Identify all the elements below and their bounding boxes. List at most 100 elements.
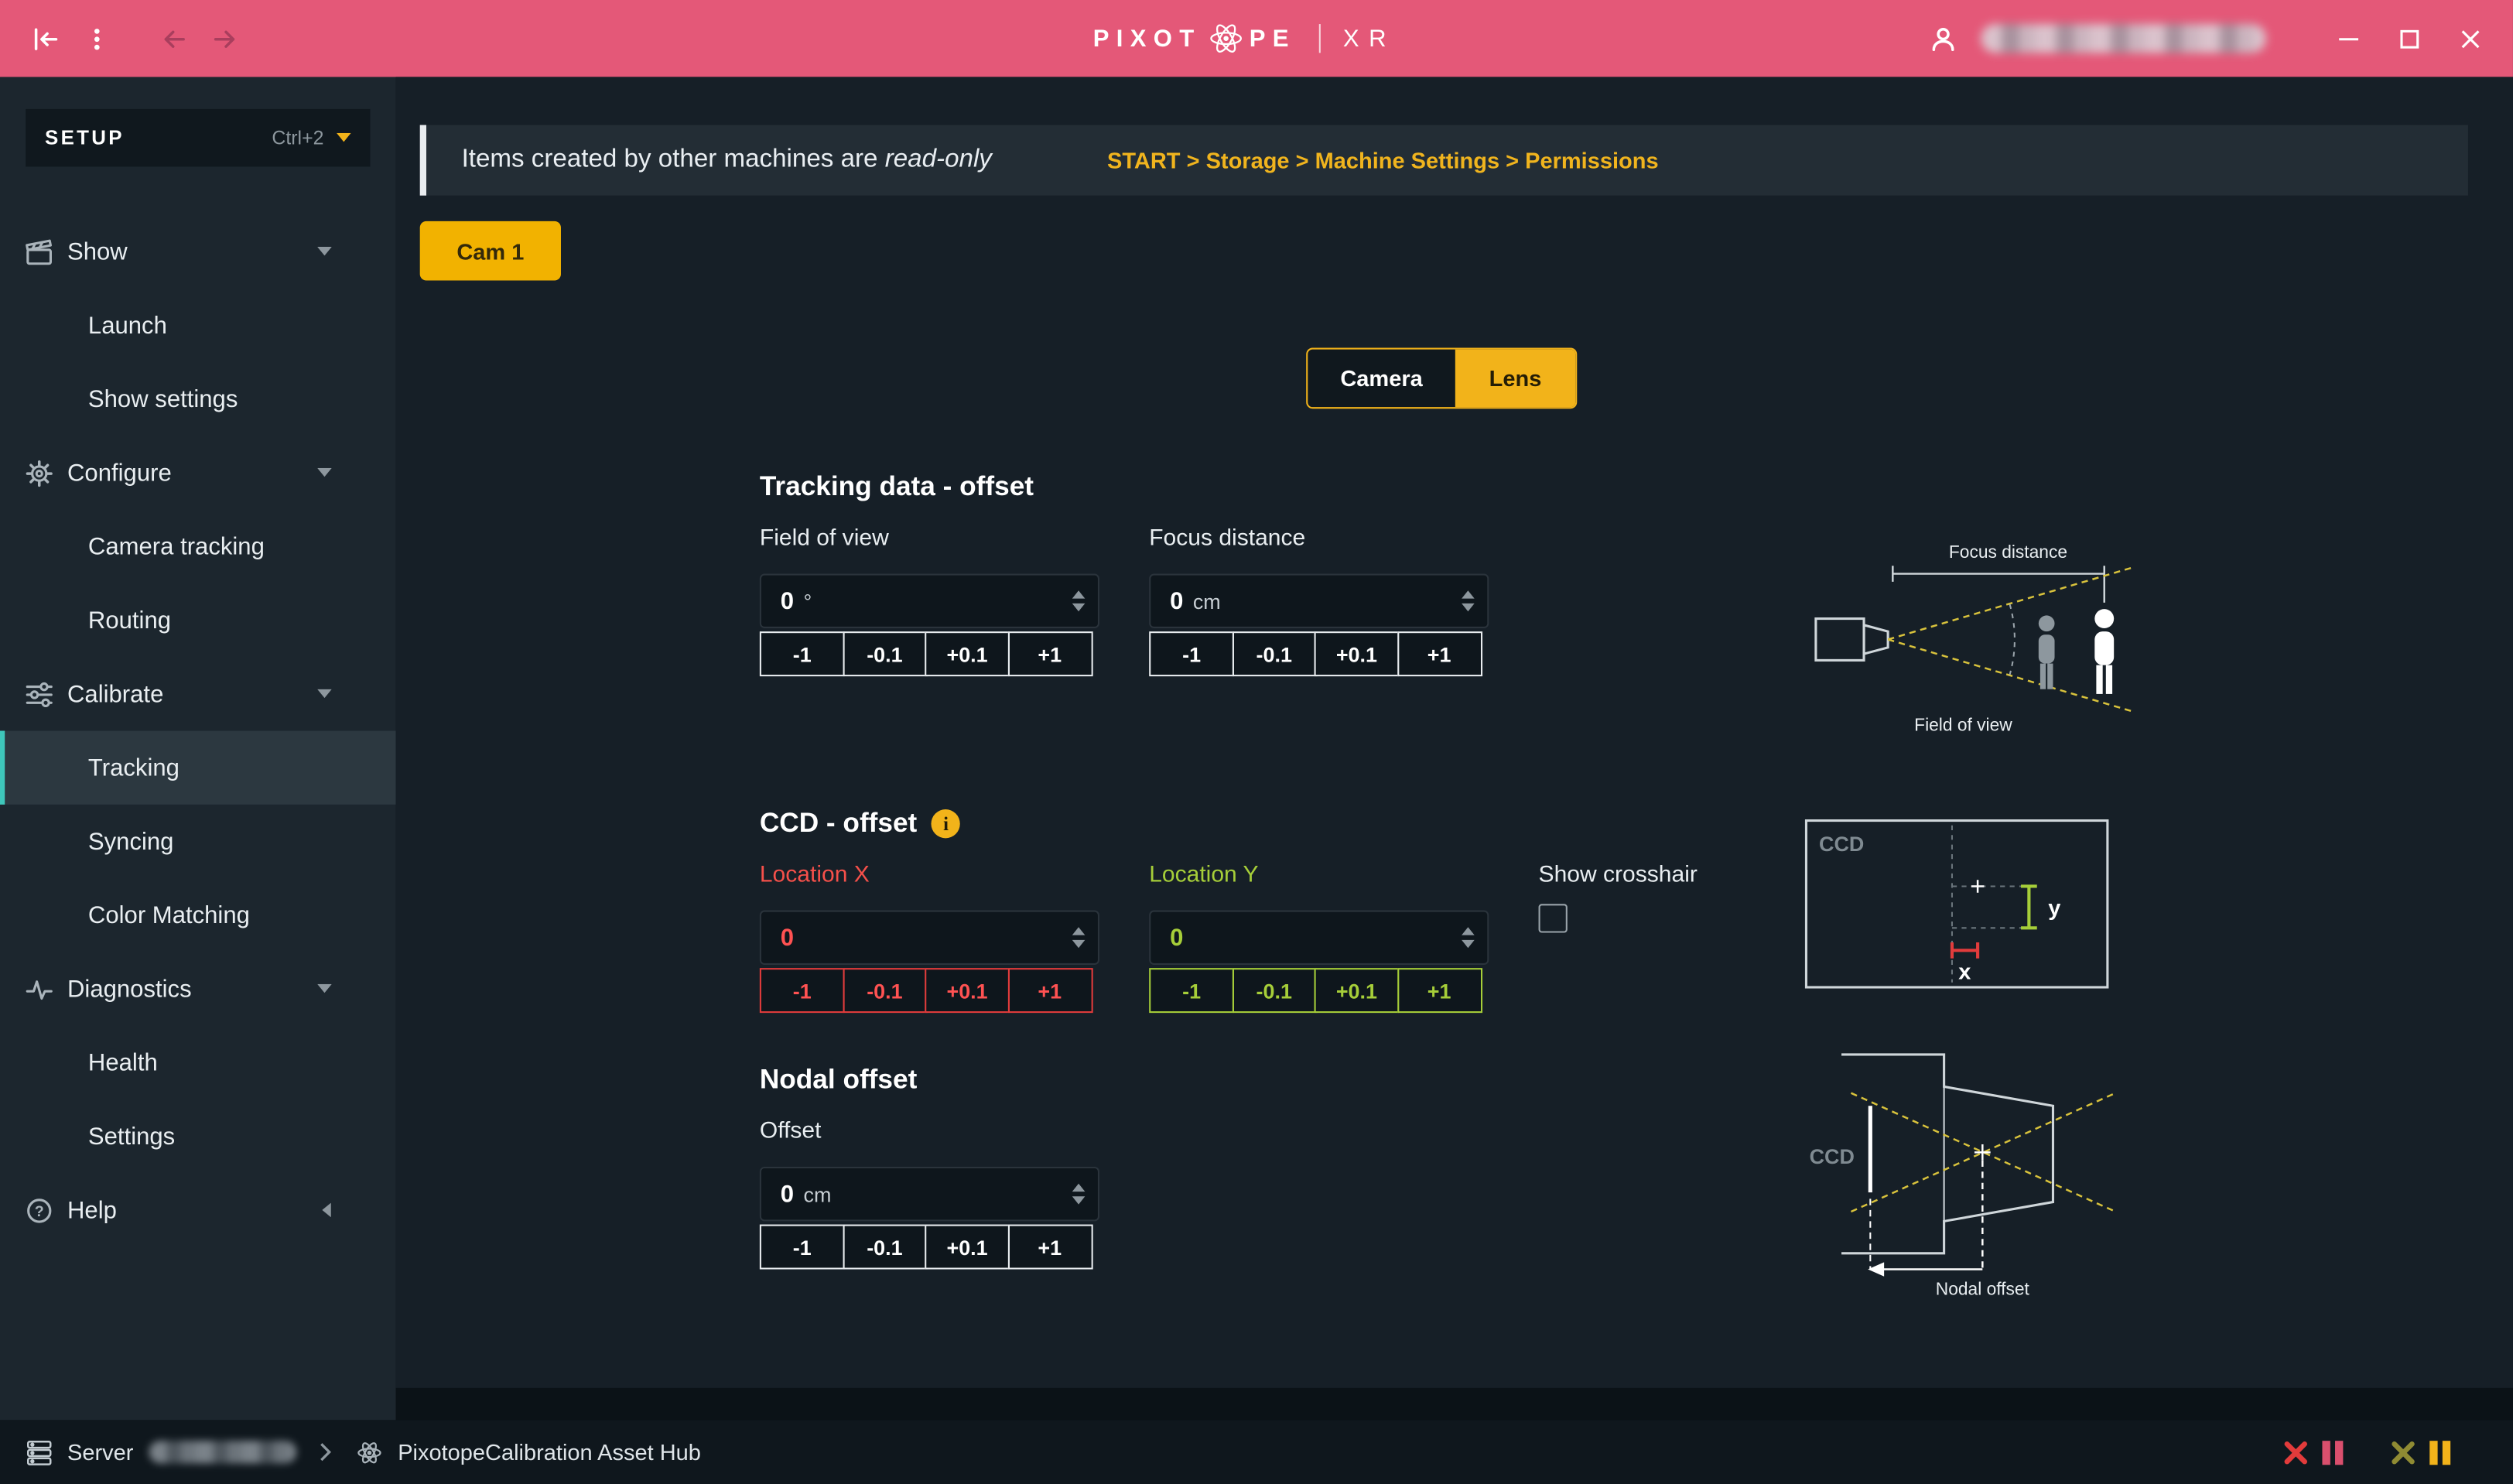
location-x-input[interactable]: 0 [760, 911, 1099, 965]
atom-icon [354, 1438, 385, 1465]
plus-1-button[interactable]: +1 [1397, 631, 1482, 676]
close-button[interactable] [2446, 15, 2494, 63]
ccd-diagram-y-label: y [2048, 896, 2060, 921]
section-title-text: Tracking data - offset [760, 471, 1034, 503]
nodal-offset-field: Offset 0 cm -1 -0.1 +0.1 +1 [760, 1113, 1099, 1270]
spinner-control[interactable] [1462, 927, 1475, 948]
minimize-button[interactable] [2324, 15, 2372, 63]
minus-1-button[interactable]: -1 [1149, 968, 1234, 1013]
status-x-red-icon[interactable] [2282, 1438, 2310, 1465]
fov-diagram-fov-label: Field of view [1914, 715, 2012, 735]
minus-0-1-button[interactable]: -0.1 [843, 1225, 928, 1270]
sidebar-item-label: Color Matching [88, 901, 250, 928]
spinner-control[interactable] [1462, 590, 1475, 611]
sidebar-item-configure[interactable]: Configure [0, 436, 396, 509]
minus-0-1-button[interactable]: -0.1 [843, 631, 928, 676]
sidebar-item-calibrate[interactable]: Calibrate [0, 657, 396, 730]
status-pause-red-icon[interactable] [2320, 1438, 2344, 1465]
focus-distance-value: 0 [1170, 587, 1183, 614]
spinner-control[interactable] [1072, 590, 1086, 611]
plus-1-button[interactable]: +1 [1007, 968, 1092, 1013]
sidebar-item-routing[interactable]: Routing [0, 583, 396, 657]
spinner-control[interactable] [1072, 927, 1086, 948]
sidebar-item-label: Calibrate [67, 680, 163, 707]
forward-icon[interactable] [199, 13, 250, 64]
cam-1-button[interactable]: Cam 1 [420, 221, 561, 281]
user-account-icon[interactable] [1916, 13, 1968, 64]
kebab-menu-icon[interactable] [70, 13, 121, 64]
plus-1-button[interactable]: +1 [1007, 631, 1092, 676]
minus-0-1-button[interactable]: -0.1 [1232, 968, 1317, 1013]
minus-0-1-button[interactable]: -0.1 [1232, 631, 1317, 676]
sidebar-menu: Show Launch Show settings Configure [0, 215, 396, 1247]
nodal-diagram-ccd-label: CCD [1810, 1145, 1855, 1168]
back-icon[interactable] [148, 13, 199, 64]
minus-0-1-button[interactable]: -0.1 [843, 968, 928, 1013]
location-y-label: Location Y [1149, 856, 1489, 894]
sidebar-item-show[interactable]: Show [0, 215, 396, 289]
plus-1-button[interactable]: +1 [1007, 1225, 1092, 1270]
nodal-offset-label: Offset [760, 1113, 1099, 1151]
tab-lens[interactable]: Lens [1455, 350, 1575, 408]
sidebar-item-color-matching[interactable]: Color Matching [0, 878, 396, 952]
sidebar: SETUP Ctrl+2 Show Launch Show settings [0, 77, 396, 1420]
sidebar-item-label: Diagnostics [67, 975, 192, 1002]
spinner-control[interactable] [1072, 1184, 1086, 1205]
field-of-view-input[interactable]: 0 ° [760, 574, 1099, 628]
focus-distance-field: Focus distance 0 cm -1 -0.1 +0.1 +1 [1149, 519, 1489, 676]
chevron-right-icon [320, 1442, 333, 1462]
plus-0-1-button[interactable]: +0.1 [925, 968, 1010, 1013]
pixotope-logo: PIXOT PE XR [1093, 0, 1396, 77]
sidebar-item-help[interactable]: ? Help [0, 1173, 396, 1246]
sidebar-item-label: Tracking [88, 754, 180, 781]
nodal-offset-input[interactable]: 0 cm [760, 1167, 1099, 1221]
minus-1-button[interactable]: -1 [760, 1225, 845, 1270]
person-white-icon [2094, 609, 2114, 694]
plus-1-button[interactable]: +1 [1397, 968, 1482, 1013]
nodal-offset-diagram: CCD [1787, 1041, 2140, 1309]
minus-1-button[interactable]: -1 [1149, 631, 1234, 676]
setup-mode-dropdown[interactable]: SETUP Ctrl+2 [26, 109, 370, 167]
field-of-view-field: Field of view 0 ° -1 -0.1 +0.1 +1 [760, 519, 1099, 676]
sidebar-item-label: Camera tracking [88, 533, 265, 560]
status-pause-yellow-icon[interactable] [2428, 1438, 2452, 1465]
plus-0-1-button[interactable]: +0.1 [1315, 968, 1400, 1013]
app-window: PIXOT PE XR [0, 0, 2513, 1484]
sidebar-item-show-settings[interactable]: Show settings [0, 362, 396, 436]
logo-divider [1318, 24, 1321, 53]
focus-distance-input[interactable]: 0 cm [1149, 574, 1489, 628]
location-y-steppers: -1 -0.1 +0.1 +1 [1149, 968, 1489, 1013]
person-gray-icon [2039, 615, 2055, 689]
focus-distance-steppers: -1 -0.1 +0.1 +1 [1149, 631, 1489, 676]
minus-1-button[interactable]: -1 [760, 968, 845, 1013]
sidebar-item-settings[interactable]: Settings [0, 1099, 396, 1173]
logo-text-left: PIXOT [1093, 25, 1202, 52]
plus-0-1-button[interactable]: +0.1 [925, 1225, 1010, 1270]
nodal-diagram-offset-label: Nodal offset [1936, 1279, 2030, 1299]
location-x-value: 0 [781, 924, 794, 951]
field-of-view-value: 0 [781, 587, 794, 614]
location-y-input[interactable]: 0 [1149, 911, 1489, 965]
sidebar-item-launch[interactable]: Launch [0, 289, 396, 362]
plus-0-1-button[interactable]: +0.1 [1315, 631, 1400, 676]
chevron-left-icon [322, 1203, 331, 1218]
location-x-label: Location X [760, 856, 1099, 894]
info-icon[interactable]: i [932, 809, 960, 838]
plus-0-1-button[interactable]: +0.1 [925, 631, 1010, 676]
minus-1-button[interactable]: -1 [760, 631, 845, 676]
sidebar-item-camera-tracking[interactable]: Camera tracking [0, 510, 396, 583]
sidebar-item-health[interactable]: Health [0, 1026, 396, 1099]
sidebar-item-syncing[interactable]: Syncing [0, 805, 396, 878]
status-x-yellow-icon[interactable] [2389, 1438, 2416, 1465]
sidebar-item-label: Routing [88, 607, 171, 634]
collapse-sidebar-icon[interactable] [19, 13, 70, 64]
maximize-button[interactable] [2385, 15, 2433, 63]
camera-lens-toggle: Camera Lens [1306, 347, 1577, 409]
sidebar-item-tracking[interactable]: Tracking [0, 731, 396, 805]
tab-camera[interactable]: Camera [1308, 350, 1455, 408]
asset-hub-item[interactable]: PixotopeCalibration Asset Hub [354, 1438, 701, 1465]
sidebar-item-diagnostics[interactable]: Diagnostics [0, 952, 396, 1025]
breadcrumb[interactable]: START > Storage > Machine Settings > Per… [1107, 148, 1659, 173]
show-crosshair-checkbox[interactable] [1539, 904, 1568, 932]
server-label[interactable]: Server [67, 1439, 133, 1465]
